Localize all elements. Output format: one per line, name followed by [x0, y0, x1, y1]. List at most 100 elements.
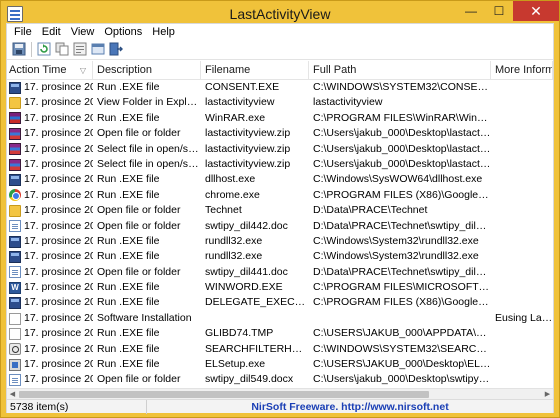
close-button[interactable]: ✕ — [513, 1, 559, 21]
cell-action-time: 17. prosince 201... — [7, 265, 93, 280]
column-header-action-time[interactable]: Action Time ▽ — [7, 61, 93, 80]
cell-full-path: C:\PROGRAM FILES (X86)\Google\Chrome\... — [313, 188, 491, 201]
menu-help[interactable]: Help — [147, 26, 180, 38]
cell-more-information — [491, 326, 553, 341]
cell-filename: swtipy_dil441.doc — [205, 265, 288, 278]
menu-edit[interactable]: Edit — [37, 26, 66, 38]
table-row[interactable]: 17. prosince 201... Run .EXE file rundll32… — [7, 249, 553, 264]
cell-more-information — [491, 280, 553, 295]
cell-filename: GLIBD74.TMP — [205, 327, 274, 340]
document-icon — [9, 266, 21, 279]
cell-description: Software Installation — [97, 311, 192, 324]
action-time-text: 17. prosince 201... — [24, 96, 93, 109]
column-header-full-path[interactable]: Full Path — [309, 61, 491, 80]
table-row[interactable]: 17. prosince 201... Run .EXE file dllhost.… — [7, 172, 553, 187]
cell-filename: lastactivityview.zip — [205, 157, 291, 170]
table-row[interactable]: 17. prosince 201... Run .EXE file SEARCHFI… — [7, 342, 553, 357]
cell-more-information — [491, 111, 553, 126]
menu-file[interactable]: File — [9, 26, 37, 38]
horizontal-scrollbar[interactable]: ◀ ▶ — [7, 388, 553, 399]
action-time-text: 17. prosince 201... — [24, 81, 93, 93]
action-time-text: 17. prosince 201... — [24, 204, 93, 217]
file-icon — [9, 312, 21, 325]
table-row[interactable]: 17. prosince 201... Open file or folder Te… — [7, 203, 553, 218]
action-time-text: 17. prosince 201... — [24, 142, 93, 155]
table-row[interactable]: 17. prosince 201... Open file or folder sw… — [7, 265, 553, 280]
table-row[interactable]: 17. prosince 201... Run .EXE file WinRAR.e… — [7, 111, 553, 126]
cell-full-path: C:\PROGRAM FILES\MICROSOFT OFFICE\O... — [313, 281, 491, 294]
table-row[interactable]: 17. prosince 201... Select file in open/s… — [7, 142, 553, 157]
zip-archive-icon — [9, 143, 21, 156]
cell-full-path: C:\Users\jakub_000\Desktop\lastactivityv… — [313, 127, 491, 140]
exe-file-icon — [9, 81, 21, 94]
table-row[interactable]: 17. prosince 201... Run .EXE file rundll32… — [7, 234, 553, 249]
window-controls: — ☐ ✕ — [457, 1, 559, 21]
cell-more-information — [491, 203, 553, 218]
cell-action-time: 17. prosince 201... — [7, 95, 93, 110]
cell-filename: WinRAR.exe — [205, 111, 266, 124]
cell-full-path: C:\USERS\JAKUB_000\APPDATA\LOCAL\TE... — [313, 327, 491, 340]
cell-full-path: C:\PROGRAM FILES (X86)\Google\Chrome\... — [313, 296, 491, 309]
toolbar-separator — [31, 41, 32, 57]
column-header-more-information[interactable]: More Inform — [491, 61, 553, 80]
setup-icon — [9, 358, 21, 371]
cell-description: Open file or folder — [97, 204, 181, 217]
cell-filename: rundll32.exe — [205, 250, 263, 263]
cell-filename: DELEGATE_EXECUTE.EXE — [205, 296, 309, 309]
cell-action-time: W17. prosince 201... — [7, 280, 93, 295]
cell-description: Run .EXE file — [97, 342, 160, 355]
cell-action-time: 17. prosince 201... — [7, 157, 93, 172]
cell-full-path: D:\Data\PRACE\Technet\swtipy_dil441.doc — [313, 265, 491, 278]
minimize-button[interactable]: — — [457, 1, 485, 21]
table-row[interactable]: 17. prosince 201... Open file or folder sw… — [7, 372, 553, 387]
cell-full-path: D:\Data\PRACE\Technet — [313, 204, 428, 217]
table-row[interactable]: 17. prosince 201... Select file in open/s… — [7, 157, 553, 172]
cell-action-time: 17. prosince 201... — [7, 80, 93, 95]
save-icon[interactable] — [11, 41, 27, 57]
table-row[interactable]: 17. prosince 201... Open file or folder la… — [7, 126, 553, 141]
cell-description: Run .EXE file — [97, 296, 160, 309]
cell-action-time: 17. prosince 201... — [7, 249, 93, 264]
column-header-filename[interactable]: Filename — [201, 61, 309, 80]
table-row[interactable]: 17. prosince 201... Software Installation… — [7, 311, 553, 326]
table-row[interactable]: 17. prosince 201... Run .EXE file GLIBD74.… — [7, 326, 553, 341]
menu-view[interactable]: View — [66, 26, 100, 38]
app-icon[interactable] — [7, 6, 23, 22]
cell-filename: WINWORD.EXE — [205, 281, 283, 294]
cell-filename: lastactivityview.zip — [205, 127, 291, 140]
cell-more-information — [491, 372, 553, 387]
cell-full-path — [309, 311, 491, 326]
cell-full-path: C:\WINDOWS\SYSTEM32\SEARCHFILTERHOS... — [313, 342, 491, 355]
properties-icon[interactable] — [72, 41, 88, 57]
copy-icon[interactable] — [54, 41, 70, 57]
maximize-button[interactable]: ☐ — [485, 1, 513, 21]
nirsoft-link[interactable]: NirSoft Freeware. http://www.nirsoft.net — [147, 400, 553, 414]
exit-icon[interactable] — [108, 41, 124, 57]
export-html-icon[interactable] — [90, 41, 106, 57]
cell-action-time: 17. prosince 201... — [7, 326, 93, 341]
column-header-description[interactable]: Description — [93, 61, 201, 80]
menu-options[interactable]: Options — [99, 26, 147, 38]
chrome-icon — [9, 189, 21, 202]
table-row[interactable]: W17. prosince 201... Run .EXE file WINWORD… — [7, 280, 553, 295]
cell-more-information — [491, 234, 553, 249]
scrollbar-thumb[interactable] — [19, 391, 429, 398]
table-row[interactable]: 17. prosince 201... Run .EXE file DELEGATE… — [7, 295, 553, 310]
table-row[interactable]: 17. prosince 201... Run .EXE file CONSENT.… — [7, 80, 553, 95]
refresh-icon[interactable] — [36, 41, 52, 57]
cell-full-path: C:\Users\jakub_000\Desktop\lastactivityv… — [313, 142, 491, 155]
window-title: LastActivityView — [229, 6, 331, 22]
table-row[interactable]: 17. prosince 201... Run .EXE file chrome.e… — [7, 188, 553, 203]
cell-more-information: Eusing Laun — [495, 311, 553, 324]
cell-description: Run .EXE file — [97, 281, 160, 294]
cell-description: Open file or folder — [97, 265, 181, 278]
cell-more-information — [491, 157, 553, 172]
cell-more-information — [491, 295, 553, 310]
cell-filename: CONSENT.EXE — [205, 81, 280, 93]
table-row[interactable]: 17. prosince 201... Open file or folder sw… — [7, 219, 553, 234]
table-row[interactable]: 17. prosince 201... Run .EXE file ELSetup.… — [7, 357, 553, 372]
action-time-text: 17. prosince 201... — [24, 111, 93, 124]
cell-full-path: C:\WINDOWS\SYSTEM32\CONSENT.EXE — [313, 81, 491, 93]
table-row[interactable]: 17. prosince 201... View Folder in Explor… — [7, 95, 553, 110]
activity-list[interactable]: Action Time ▽ Description Filename Full … — [7, 61, 553, 388]
